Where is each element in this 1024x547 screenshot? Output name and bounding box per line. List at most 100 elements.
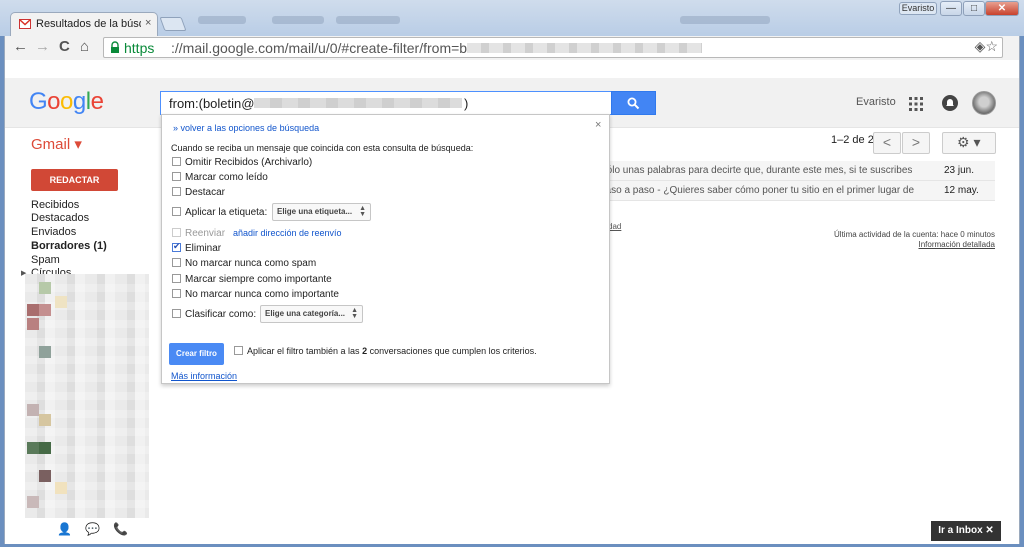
- create-filter-button[interactable]: Crear filtro: [169, 343, 224, 365]
- blurred-bookmark: [198, 16, 246, 24]
- title-bar: Resultados de la búsqueda × Evaristo — □…: [0, 0, 1024, 36]
- checkbox[interactable]: [172, 228, 181, 237]
- account-name[interactable]: Evaristo: [856, 96, 896, 108]
- option-label: Omitir Recibidos (Archivarlo): [185, 157, 313, 168]
- table-row[interactable]: Sólo unas palabras para decirte que, dur…: [598, 161, 995, 181]
- go-to-inbox-button[interactable]: Ir a Inbox ✕: [931, 521, 1001, 541]
- checkbox[interactable]: [172, 207, 181, 216]
- option-label: Aplicar la etiqueta:: [185, 207, 268, 218]
- close-icon[interactable]: ×: [595, 119, 601, 131]
- mail-snippet: paso a paso - ¿Quieres saber cómo poner …: [600, 185, 915, 196]
- search-query-text: from:(boletin@: [169, 96, 255, 111]
- address-bar[interactable]: https ://mail.google.com/mail/u/0/#creat…: [103, 37, 1003, 58]
- account-activity: Última actividad de la cuenta: hace 0 mi…: [805, 230, 995, 250]
- minimize-button[interactable]: —: [940, 1, 962, 16]
- option-mark-read[interactable]: Marcar como leído: [172, 172, 268, 186]
- privacy-link[interactable]: dad: [608, 222, 621, 231]
- option-label: Marcar como leído: [185, 172, 268, 183]
- bell-icon: [946, 99, 954, 106]
- blurred-bookmark: [336, 16, 400, 24]
- sidebar-item-drafts[interactable]: Borradores (1): [31, 240, 107, 252]
- gmail-page: Google from:(boletin@ ) Evaristo Gmail ▾…: [4, 60, 1020, 544]
- compose-button[interactable]: REDACTAR: [31, 169, 118, 191]
- option-never-spam[interactable]: No marcar nunca como spam: [172, 258, 316, 272]
- checkbox[interactable]: [172, 187, 181, 196]
- window-user-chip[interactable]: Evaristo: [899, 2, 937, 15]
- google-logo[interactable]: Google: [29, 88, 104, 116]
- hangouts-contacts-redacted: [25, 274, 149, 518]
- checkbox[interactable]: [172, 274, 181, 283]
- checkbox[interactable]: [172, 289, 181, 298]
- search-input[interactable]: from:(boletin@ ): [160, 91, 612, 115]
- home-icon[interactable]: ⌂: [80, 39, 89, 55]
- gear-icon: ⚙ ▾: [957, 134, 981, 150]
- logo-letter: G: [29, 88, 48, 115]
- hangouts-icon[interactable]: 💬: [85, 522, 100, 536]
- gmail-dropdown[interactable]: Gmail ▾: [31, 135, 82, 153]
- sidebar-item-circles[interactable]: Círculos: [31, 267, 71, 274]
- activity-details-link[interactable]: Información detallada: [805, 240, 996, 250]
- option-forward[interactable]: Reenviar: [172, 228, 225, 242]
- sidebar-item-inbox[interactable]: Recibidos: [31, 199, 79, 211]
- tab-title: Resultados de la búsqueda: [36, 18, 141, 30]
- create-filter-panel: » volver a las opciones de búsqueda × Cu…: [161, 114, 610, 384]
- apps-grid-icon[interactable]: [909, 97, 923, 111]
- logo-letter: e: [90, 88, 104, 115]
- avatar[interactable]: [972, 91, 996, 115]
- option-skip-inbox[interactable]: Omitir Recibidos (Archivarlo): [172, 157, 312, 171]
- url-path: ://mail.google.com/mail/u/0/#create-filt…: [171, 40, 513, 56]
- category-select[interactable]: Elige una categoría... ▲ ▼: [260, 305, 363, 323]
- pager-count: 1–2 de 2: [831, 134, 874, 146]
- phone-icon[interactable]: 📞: [113, 522, 128, 536]
- tab-close-icon[interactable]: ×: [145, 17, 151, 29]
- more-info-link[interactable]: Más información: [171, 371, 237, 381]
- option-always-important[interactable]: Marcar siempre como importante: [172, 274, 332, 288]
- mail-date: 12 may.: [944, 185, 979, 196]
- label-select[interactable]: Elige una etiqueta... ▲ ▼: [272, 203, 371, 221]
- updown-arrows-icon: ▲ ▼: [351, 307, 358, 320]
- settings-button[interactable]: ⚙ ▾: [942, 132, 996, 154]
- reload-icon[interactable]: C: [59, 39, 70, 55]
- checkbox[interactable]: [234, 346, 243, 355]
- notifications-bell-icon[interactable]: [942, 95, 958, 111]
- back-arrow-icon[interactable]: ←: [13, 39, 28, 55]
- select-value: Elige una categoría...: [265, 309, 346, 318]
- add-forward-address-link[interactable]: añadir dirección de reenvío: [233, 228, 342, 238]
- updown-arrows-icon: ▲ ▼: [359, 205, 366, 218]
- forward-arrow-icon[interactable]: →: [35, 39, 50, 55]
- browser-tab[interactable]: Resultados de la búsqueda ×: [10, 12, 158, 36]
- blurred-bookmark: [680, 16, 770, 24]
- option-apply-label[interactable]: Aplicar la etiqueta:: [172, 207, 267, 221]
- back-to-search-options-link[interactable]: » volver a las opciones de búsqueda: [173, 123, 319, 133]
- person-icon[interactable]: 👤: [57, 522, 72, 536]
- new-tab-button[interactable]: [159, 17, 187, 31]
- search-button[interactable]: [611, 91, 656, 115]
- sidebar-item-sent[interactable]: Enviados: [31, 226, 76, 238]
- activity-text: Última actividad de la cuenta: hace 0 mi…: [834, 230, 995, 239]
- logo-letter: g: [72, 88, 86, 115]
- option-label: Eliminar: [185, 243, 222, 254]
- sidebar-item-starred[interactable]: Destacados: [31, 212, 89, 224]
- apply-to-existing-option[interactable]: Aplicar el filtro también a las 2 conver…: [234, 346, 537, 356]
- newer-button[interactable]: >: [902, 132, 930, 154]
- checkbox[interactable]: [172, 172, 181, 181]
- url-scheme: https: [124, 40, 155, 56]
- search-query-suffix: ): [464, 96, 469, 111]
- checkbox[interactable]: [172, 157, 181, 166]
- option-label: No marcar nunca como importante: [185, 289, 339, 300]
- option-star[interactable]: Destacar: [172, 187, 225, 201]
- window-close-button[interactable]: ✕: [985, 1, 1019, 16]
- option-delete[interactable]: Eliminar: [172, 241, 222, 257]
- checkbox[interactable]: [172, 309, 181, 318]
- maximize-button[interactable]: □: [963, 1, 985, 16]
- option-label: Destacar: [185, 187, 226, 198]
- sidebar-item-spam[interactable]: Spam: [31, 254, 60, 266]
- bookmark-star-icon[interactable]: ◈☆: [975, 38, 998, 55]
- table-row[interactable]: paso a paso - ¿Quieres saber cómo poner …: [598, 181, 995, 201]
- option-label: Clasificar como:: [185, 309, 257, 320]
- checkbox[interactable]: [172, 258, 181, 267]
- older-button[interactable]: <: [873, 132, 901, 154]
- option-never-important[interactable]: No marcar nunca como importante: [172, 289, 339, 303]
- checkbox-checked[interactable]: [172, 241, 181, 252]
- option-categorize[interactable]: Clasificar como:: [172, 309, 256, 323]
